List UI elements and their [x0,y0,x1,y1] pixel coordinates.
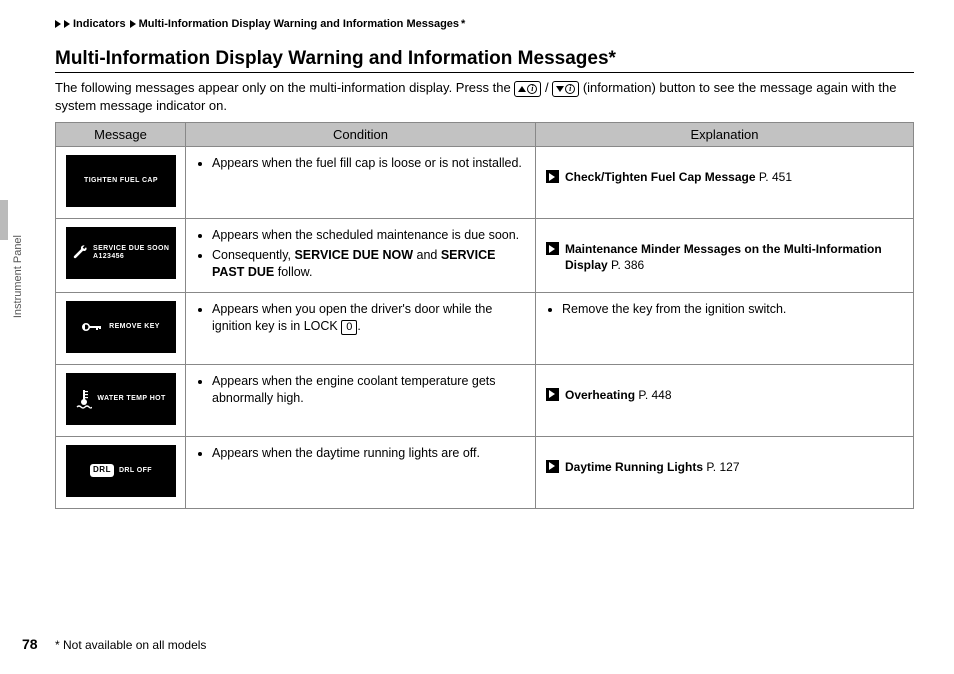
col-header-condition: Condition [186,123,536,147]
xref-arrow-icon [546,170,559,183]
condition-item: Consequently, SERVICE DUE NOW and SERVIC… [212,247,525,281]
drl-badge-icon: DRL [90,464,114,477]
page-title: Multi-Information Display Warning and In… [55,48,914,73]
messages-table: Message Condition Explanation TIGHTEN FU… [55,122,914,509]
table-row: DRL DRL OFF Appears when the daytime run… [56,436,914,508]
xref-title: Check/Tighten Fuel Cap Message [565,170,756,184]
condition-list: Appears when the scheduled maintenance i… [196,227,525,281]
condition-list: Appears when the daytime running lights … [196,445,525,462]
text: Consequently, [212,248,294,262]
section-side-label: Instrument Panel [12,235,24,318]
page-title-text: Multi-Information Display Warning and In… [55,48,609,69]
table-row: WATER TEMP HOT Appears when the engine c… [56,364,914,436]
chevron-right-icon [64,20,70,28]
down-info-button-icon: i [552,81,579,97]
condition-item: Appears when you open the driver's door … [212,301,525,335]
table-row: REMOVE KEY Appears when you open the dri… [56,292,914,364]
col-header-explanation: Explanation [536,123,914,147]
lock-position-icon: 0 [341,320,357,335]
table-row: SERVICE DUE SOON A123456 Appears when th… [56,219,914,293]
side-tab [0,200,8,240]
intro-part: The following messages appear only on th… [55,80,514,95]
condition-item: Appears when the scheduled maintenance i… [212,227,525,244]
remove-key-icon: REMOVE KEY [66,301,176,353]
text: . [357,319,360,333]
table-row: TIGHTEN FUEL CAP Appears when the fuel f… [56,147,914,219]
xref-page: P. 127 [706,460,739,474]
cross-reference: Maintenance Minder Messages on the Multi… [546,241,903,273]
drl-off-icon: DRL DRL OFF [66,445,176,497]
up-info-button-icon: i [514,81,541,97]
xref-title: Overheating [565,388,635,402]
chevron-right-icon [55,20,61,28]
chevron-right-icon [130,20,136,28]
key-icon [82,321,104,333]
footnote: * Not available on all models [55,638,206,652]
condition-item: Appears when the engine coolant temperat… [212,373,525,407]
bold-text: SERVICE DUE NOW [294,248,413,262]
service-due-icon: SERVICE DUE SOON A123456 [66,227,176,279]
cross-reference: Daytime Running Lights P. 127 [546,459,903,475]
xref-arrow-icon [546,242,559,255]
explanation-list: Remove the key from the ignition switch. [546,301,903,318]
breadcrumb-seg: Indicators [73,18,126,30]
page-title-asterisk: * [609,48,616,69]
breadcrumb-seg: Multi-Information Display Warning and In… [139,18,459,30]
explanation-item: Remove the key from the ignition switch. [562,301,903,318]
col-header-message: Message [56,123,186,147]
xref-title: Daytime Running Lights [565,460,703,474]
text: follow. [274,265,312,279]
condition-list: Appears when the fuel fill cap is loose … [196,155,525,172]
thermometer-icon [76,389,92,409]
water-temp-icon: WATER TEMP HOT [66,373,176,425]
tighten-fuel-cap-icon: TIGHTEN FUEL CAP [66,155,176,207]
text: and [413,248,441,262]
icon-label: REMOVE KEY [109,323,160,331]
intro-part: / [545,80,552,95]
cross-reference: Check/Tighten Fuel Cap Message P. 451 [546,169,903,185]
icon-label: DRL OFF [119,467,152,475]
condition-item: Appears when the daytime running lights … [212,445,525,462]
condition-list: Appears when you open the driver's door … [196,301,525,335]
breadcrumb-asterisk: * [461,18,465,30]
xref-page: P. 448 [638,388,671,402]
icon-label: WATER TEMP HOT [97,395,165,403]
icon-label: TIGHTEN FUEL CAP [84,177,158,185]
intro-text: The following messages appear only on th… [55,79,914,114]
xref-page: P. 386 [611,258,644,272]
xref-arrow-icon [546,460,559,473]
xref-arrow-icon [546,388,559,401]
page-number: 78 [22,636,38,652]
xref-page: P. 451 [759,170,792,184]
cross-reference: Overheating P. 448 [546,387,903,403]
icon-label: SERVICE DUE SOON A123456 [93,245,170,261]
condition-list: Appears when the engine coolant temperat… [196,373,525,407]
breadcrumb: Indicators Multi-Information Display War… [55,18,914,30]
condition-item: Appears when the fuel fill cap is loose … [212,155,525,172]
wrench-icon [72,245,88,261]
